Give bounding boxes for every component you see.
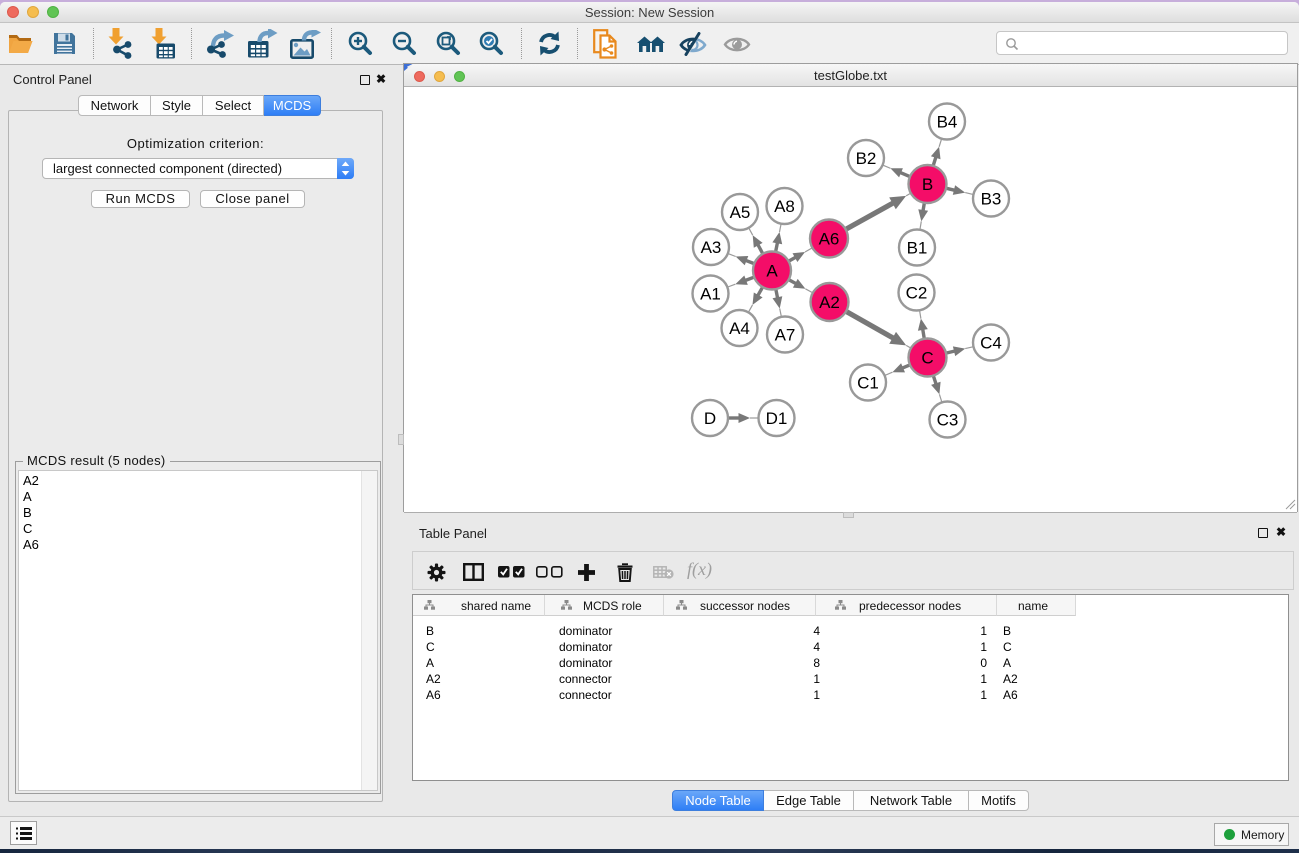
svg-text:C3: C3 [937, 410, 959, 429]
svg-text:B: B [922, 175, 933, 194]
svg-text:B4: B4 [937, 112, 958, 131]
svg-text:B2: B2 [856, 149, 877, 168]
svg-text:D: D [704, 409, 716, 428]
svg-text:A3: A3 [701, 238, 722, 257]
svg-text:C2: C2 [906, 283, 928, 302]
svg-text:C: C [921, 348, 933, 367]
svg-text:A7: A7 [775, 325, 796, 344]
svg-text:A1: A1 [700, 284, 721, 303]
svg-text:C1: C1 [857, 373, 879, 392]
svg-text:A6: A6 [819, 229, 840, 248]
svg-text:A4: A4 [729, 319, 750, 338]
svg-text:C4: C4 [980, 333, 1002, 352]
svg-text:A8: A8 [774, 197, 795, 216]
svg-text:A: A [766, 261, 778, 280]
svg-text:A2: A2 [819, 293, 840, 312]
svg-text:D1: D1 [766, 409, 788, 428]
svg-text:A5: A5 [730, 203, 751, 222]
svg-text:B3: B3 [981, 189, 1002, 208]
svg-text:B1: B1 [907, 238, 928, 257]
